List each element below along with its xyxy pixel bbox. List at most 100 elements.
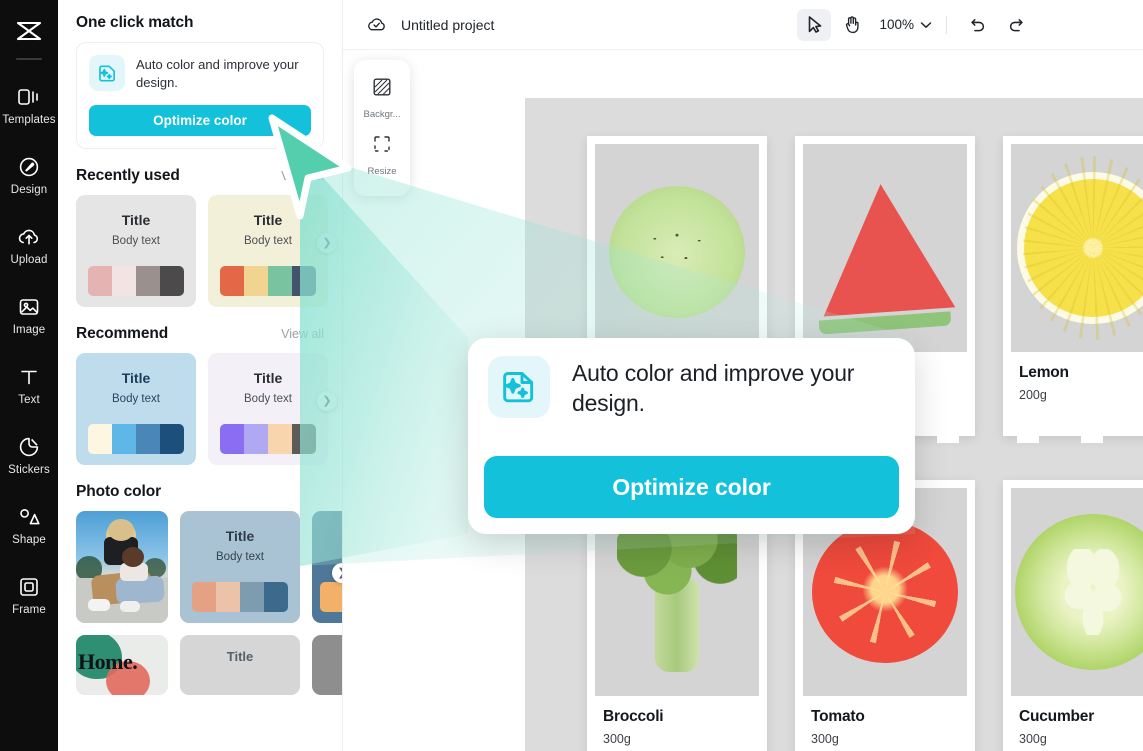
sidebar-item-design[interactable]: Design bbox=[0, 140, 58, 210]
zoom-control[interactable]: 100% bbox=[879, 16, 932, 34]
food-card-name: Tomato bbox=[811, 708, 865, 725]
palette-card[interactable]: Title Body text bbox=[76, 352, 196, 465]
photo-color-header: Photo color bbox=[76, 483, 324, 501]
rail-divider bbox=[16, 58, 42, 60]
palette-card-title: Title bbox=[253, 211, 283, 228]
food-card-meta: Broccoli 300g bbox=[603, 708, 664, 746]
palette-card[interactable]: Title Body text bbox=[76, 194, 196, 307]
sidebar-item-templates[interactable]: Templates bbox=[0, 70, 58, 140]
sidebar-item-shape[interactable]: Shape bbox=[0, 490, 58, 560]
palette-card-title: Title bbox=[253, 369, 283, 386]
project-title[interactable]: Untitled project bbox=[401, 17, 494, 33]
palette-swatches bbox=[320, 581, 342, 612]
cloud-saved-icon[interactable] bbox=[365, 14, 387, 36]
palette-card-body: Body text bbox=[244, 234, 292, 247]
sidebar-label-frame: Frame bbox=[12, 603, 46, 616]
palette-swatches bbox=[220, 265, 316, 296]
sidebar-item-text[interactable]: Text bbox=[0, 350, 58, 420]
photo-thumbnail[interactable]: Home. bbox=[76, 634, 168, 695]
hand-pan-icon[interactable] bbox=[835, 9, 869, 41]
recently-used-view-all[interactable]: View all bbox=[281, 169, 324, 183]
palette-swatches bbox=[220, 423, 316, 454]
optimize-color-button[interactable]: Optimize color bbox=[89, 104, 311, 136]
palette-card-partial[interactable]: ❯ bbox=[312, 510, 342, 623]
cursor-select-icon[interactable] bbox=[797, 8, 832, 41]
sidebar-label-text: Text bbox=[18, 393, 40, 406]
text-icon bbox=[17, 365, 41, 389]
left-nav-rail: Templates Design Upload Image Text Stick… bbox=[0, 0, 58, 751]
palette-card-body: Body text bbox=[244, 392, 292, 405]
palette-card-title: Title bbox=[121, 211, 151, 228]
color-panel: One click match Auto color and improve y… bbox=[58, 0, 343, 751]
recommend-view-all[interactable]: View all bbox=[281, 327, 324, 341]
design-brush-icon bbox=[17, 155, 41, 179]
sidebar-item-upload[interactable]: Upload bbox=[0, 210, 58, 280]
sidebar-item-frame[interactable]: Frame bbox=[0, 560, 58, 630]
one-click-match-description: Auto color and improve your design. bbox=[136, 57, 299, 90]
top-toolbar: Untitled project 100% bbox=[343, 0, 1143, 50]
cucumber-slice-image bbox=[1011, 488, 1143, 696]
background-icon bbox=[372, 77, 392, 102]
recently-used-header: Recently used View all bbox=[76, 167, 324, 185]
dock-label-resize: Resize bbox=[367, 166, 397, 177]
palette-card[interactable]: Title Body text ❯ bbox=[208, 352, 337, 465]
food-card-meta: Tomato 300g bbox=[811, 708, 865, 746]
food-card[interactable]: Lemon 200g bbox=[1003, 136, 1143, 443]
resize-icon bbox=[372, 134, 392, 159]
photo-color-row-2: Home. Title bbox=[76, 634, 342, 695]
chevron-down-icon[interactable] bbox=[920, 16, 932, 34]
palette-swatches bbox=[88, 265, 184, 296]
undo-icon[interactable] bbox=[961, 9, 995, 41]
frame-icon bbox=[17, 575, 41, 599]
image-icon bbox=[17, 295, 41, 319]
sidebar-label-upload: Upload bbox=[10, 253, 48, 266]
photo-color-row-1: Title Body text ❯ bbox=[76, 510, 342, 623]
food-card-name: Lemon bbox=[1019, 364, 1069, 381]
templates-icon bbox=[17, 85, 41, 109]
food-card-weight: 200g bbox=[1019, 388, 1047, 402]
recommend-row: Title Body text Title Body text ❯ bbox=[76, 352, 337, 465]
redo-icon[interactable] bbox=[999, 9, 1033, 41]
chevron-right-icon[interactable]: ❯ bbox=[317, 232, 337, 253]
recommend-title: Recommend bbox=[76, 324, 169, 342]
sidebar-item-stickers[interactable]: Stickers bbox=[0, 420, 58, 490]
chevron-right-icon[interactable]: ❯ bbox=[332, 562, 342, 583]
toolbar-divider bbox=[946, 15, 947, 34]
palette-swatches bbox=[88, 423, 184, 454]
dock-item-background[interactable]: Backgr... bbox=[354, 70, 410, 127]
photo-color-title: Photo color bbox=[76, 482, 162, 500]
sidebar-item-image[interactable]: Image bbox=[0, 280, 58, 350]
chevron-right-icon[interactable]: ❯ bbox=[317, 390, 337, 411]
food-card-weight: 300g bbox=[1019, 732, 1047, 746]
food-card-name: Broccoli bbox=[603, 708, 664, 725]
dock-item-resize[interactable]: Resize bbox=[354, 127, 410, 184]
photo-thumbnail[interactable] bbox=[76, 510, 168, 623]
palette-card-body: Body text bbox=[112, 234, 160, 247]
sidebar-label-design: Design bbox=[10, 183, 48, 196]
recommend-header: Recommend View all bbox=[76, 325, 324, 343]
dock-label-background: Backgr... bbox=[363, 109, 401, 120]
food-card[interactable]: Cucumber 300g bbox=[1003, 480, 1143, 751]
auto-color-magic-icon bbox=[488, 356, 550, 418]
capcut-logo-icon[interactable] bbox=[0, 8, 58, 54]
palette-card-body: Body text bbox=[216, 550, 264, 563]
palette-card-body: Body text bbox=[112, 392, 160, 405]
photo-thumbnail-text: Home. bbox=[78, 648, 138, 674]
magnified-one-click-match-card: Auto color and improve your design. Opti… bbox=[468, 338, 915, 534]
magnified-description: Auto color and improve your design. bbox=[572, 360, 855, 417]
kiwi-slice-image bbox=[595, 144, 759, 352]
recently-used-row: Title Body text Title Body text ❯ bbox=[76, 194, 337, 307]
palette-card-partial[interactable] bbox=[312, 634, 342, 695]
food-card-meta: Lemon 200g bbox=[1019, 364, 1069, 402]
palette-card[interactable]: Title Body text bbox=[180, 510, 300, 623]
watermelon-slice-image bbox=[803, 144, 967, 352]
magnified-optimize-color-button[interactable]: Optimize color bbox=[484, 456, 899, 518]
palette-card[interactable]: Title bbox=[180, 634, 300, 695]
shape-icon bbox=[17, 505, 41, 529]
auto-color-magic-icon bbox=[89, 55, 125, 91]
upload-cloud-icon bbox=[17, 225, 41, 249]
sidebar-label-shape: Shape bbox=[12, 533, 46, 546]
palette-card[interactable]: Title Body text ❯ bbox=[208, 194, 337, 307]
canvas-tools: 100% bbox=[797, 8, 1033, 41]
recently-used-title: Recently used bbox=[76, 166, 180, 184]
